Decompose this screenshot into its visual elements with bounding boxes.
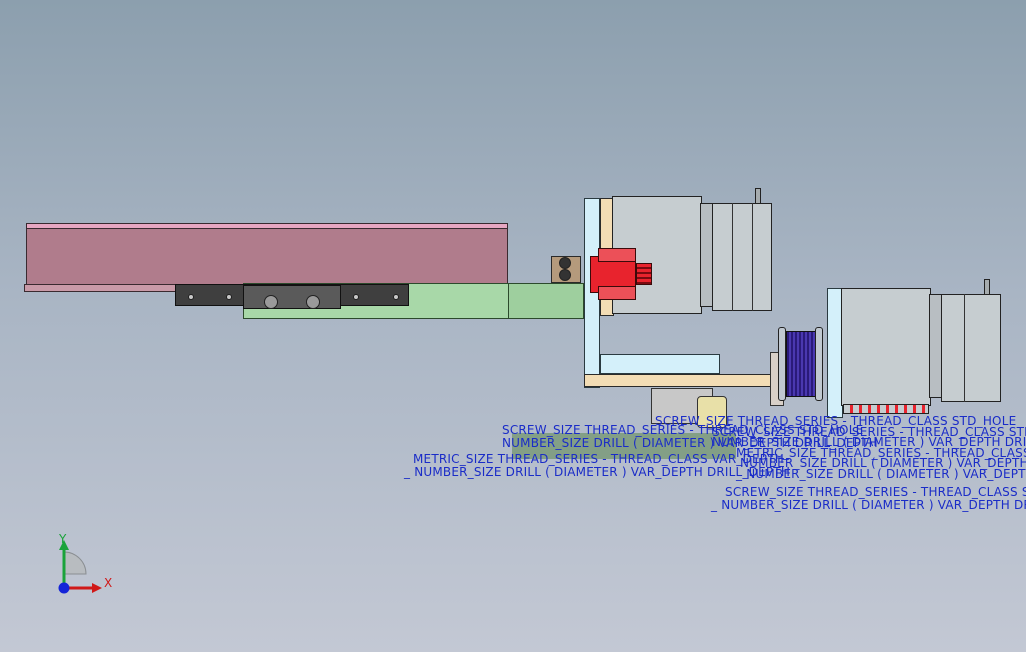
triad-y-label: Y (59, 532, 67, 546)
lower-motor-shaft[interactable] (984, 279, 990, 295)
upper-motor-gearbox[interactable] (712, 203, 772, 311)
pulley-belt-winding[interactable] (786, 331, 816, 397)
hole-callout[interactable]: SCREW_SIZE THREAD_SERIES - THREAD_CLASS … (725, 486, 1026, 499)
hole-callout-highlight (512, 433, 736, 459)
encoder-connector-bottom[interactable] (598, 286, 636, 300)
lower-motor-body[interactable] (841, 288, 931, 406)
hole-callout[interactable]: NUMBER_SIZE DRILL ( DIAMETER ) VAR_DEPTH… (712, 436, 1026, 449)
carriage-screw-2[interactable] (226, 294, 232, 300)
lower-motor-gearbox[interactable] (941, 294, 1001, 402)
clamp-screw-1[interactable] (559, 257, 571, 269)
lower-motor-gearbox-rib (964, 294, 965, 402)
upper-motor-gearbox-rib-1 (732, 203, 733, 311)
linear-rail-body[interactable] (26, 223, 508, 286)
clamp-screw-2[interactable] (559, 269, 571, 281)
tension-cylinder[interactable] (697, 396, 727, 428)
coordinate-triad: Y X (50, 530, 120, 600)
carriage-screw-1[interactable] (188, 294, 194, 300)
carriage-screw-4[interactable] (306, 295, 320, 309)
encoder-connector-pins (636, 263, 652, 285)
hole-callout[interactable]: _ NUMBER_SIZE DRILL ( DIAMETER ) VAR_DEP… (711, 499, 1026, 512)
base-bracket-horizontal[interactable] (584, 374, 774, 387)
carriage-screw-3[interactable] (264, 295, 278, 309)
hole-callout[interactable]: NUMBER_SIZE DRILL ( DIAMETER ) VAR_DEPTH… (740, 457, 1026, 470)
slider-plate-extension[interactable] (508, 283, 584, 319)
upper-motor-gearbox-rib-2 (752, 203, 753, 311)
cad-graphics-area[interactable]: SCREW_SIZE THREAD_SERIES - THREAD_CLASS … (0, 0, 1026, 652)
triad-x-label: X (104, 576, 113, 590)
carriage-screw-6[interactable] (393, 294, 399, 300)
lower-connector-strip[interactable] (843, 404, 929, 414)
pulley-flange-right[interactable] (815, 327, 823, 401)
hole-callout[interactable]: _ NUMBER_SIZE DRILL ( DIAMETER ) VAR_DEP… (736, 468, 1026, 481)
pulley-flange-left[interactable] (778, 327, 786, 401)
upper-motor-shaft[interactable] (755, 188, 761, 204)
linear-rail-top-edge (26, 223, 508, 229)
hole-callout[interactable]: METRIC_SIZE THREAD_SERIES - THREAD_CLASS… (736, 447, 1026, 460)
carriage-block-center[interactable] (243, 285, 341, 309)
hole-callout[interactable]: _ NUMBER_SIZE DRILL ( DIAMETER ) VAR_DEP… (404, 466, 790, 479)
carriage-screw-5[interactable] (353, 294, 359, 300)
encoder-connector-top[interactable] (598, 248, 636, 262)
lower-cross-plate[interactable] (600, 354, 720, 374)
hole-callout[interactable]: SCREW_SIZE THREAD_SERIES - THREAD_CLASS … (712, 426, 1026, 439)
